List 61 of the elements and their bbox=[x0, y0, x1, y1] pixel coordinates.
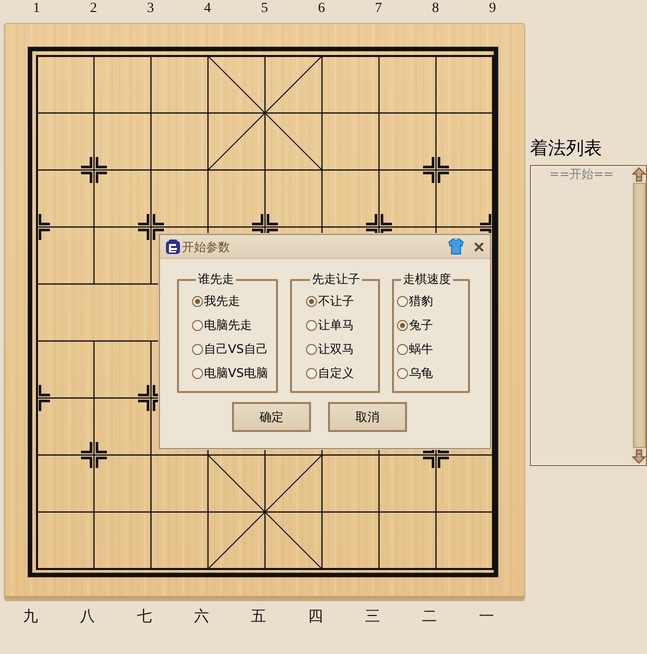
file-number: 六 bbox=[194, 607, 209, 625]
file-number: 1 bbox=[33, 0, 40, 18]
close-icon[interactable] bbox=[474, 242, 484, 252]
radio-button[interactable] bbox=[306, 296, 317, 306]
file-number: 6 bbox=[318, 0, 325, 18]
position-mark-icon bbox=[423, 157, 449, 183]
file-number: 八 bbox=[80, 607, 95, 625]
radio-label[interactable]: 猎豹 bbox=[409, 294, 433, 308]
position-mark-icon bbox=[81, 157, 107, 183]
file-number: 四 bbox=[308, 607, 323, 625]
file-number: 七 bbox=[137, 607, 152, 625]
file-number: 5 bbox=[261, 0, 268, 18]
file-number: 五 bbox=[251, 607, 266, 625]
radio-label[interactable]: 让双马 bbox=[318, 342, 354, 356]
shirt-icon[interactable] bbox=[448, 238, 464, 255]
file-number: 9 bbox=[489, 0, 496, 18]
radio-button[interactable] bbox=[192, 296, 203, 306]
radio-label[interactable]: 自定义 bbox=[318, 366, 354, 380]
radio-button[interactable] bbox=[306, 344, 317, 354]
dialog-title: 开始参数 bbox=[182, 238, 230, 254]
radio-button[interactable] bbox=[192, 344, 203, 354]
move-list-title: 着法列表 bbox=[530, 137, 602, 161]
file-number: 一 bbox=[479, 607, 494, 625]
radio-label[interactable]: 我先走 bbox=[204, 294, 240, 308]
file-number: 8 bbox=[432, 0, 439, 18]
file-number: 7 bbox=[375, 0, 382, 18]
radio-button[interactable] bbox=[397, 296, 408, 306]
file-number: 3 bbox=[147, 0, 154, 18]
radio-label[interactable]: 电脑VS电脑 bbox=[204, 366, 268, 380]
radio-label[interactable]: 电脑先走 bbox=[204, 318, 252, 332]
dialog-button[interactable]: 取消 bbox=[328, 402, 407, 432]
app-icon bbox=[165, 238, 181, 254]
file-number: 二 bbox=[422, 607, 437, 625]
radio-label[interactable]: 自己VS自己 bbox=[204, 342, 268, 356]
position-mark-icon bbox=[38, 214, 50, 240]
position-mark-icon bbox=[38, 385, 50, 411]
group-title: 走棋速度 bbox=[402, 272, 452, 287]
radio-button[interactable] bbox=[192, 368, 203, 378]
radio-label[interactable]: 乌龟 bbox=[409, 366, 433, 380]
arrow-down-icon[interactable] bbox=[632, 449, 646, 464]
file-number: 4 bbox=[204, 0, 211, 18]
group-title: 谁先走 bbox=[197, 272, 235, 287]
radio-button[interactable] bbox=[397, 368, 408, 378]
position-mark-icon bbox=[138, 214, 164, 240]
radio-label[interactable]: 让单马 bbox=[318, 318, 354, 332]
file-number: 2 bbox=[90, 0, 97, 18]
scrollbar-thumb[interactable] bbox=[632, 183, 646, 448]
dialog-button[interactable]: 确定 bbox=[232, 402, 311, 432]
radio-button[interactable] bbox=[397, 344, 408, 354]
group-title: 先走让子 bbox=[311, 272, 361, 287]
file-number: 三 bbox=[365, 607, 380, 625]
radio-button[interactable] bbox=[306, 320, 317, 330]
position-mark-icon bbox=[81, 442, 107, 468]
file-number: 九 bbox=[23, 607, 38, 625]
radio-button[interactable] bbox=[192, 320, 203, 330]
radio-label[interactable]: 不让子 bbox=[318, 294, 354, 308]
arrow-up-icon[interactable] bbox=[632, 167, 646, 182]
radio-button[interactable] bbox=[306, 368, 317, 378]
radio-label[interactable]: 兔子 bbox=[409, 318, 433, 332]
radio-button[interactable] bbox=[397, 320, 408, 330]
radio-label[interactable]: 蜗牛 bbox=[409, 342, 433, 356]
